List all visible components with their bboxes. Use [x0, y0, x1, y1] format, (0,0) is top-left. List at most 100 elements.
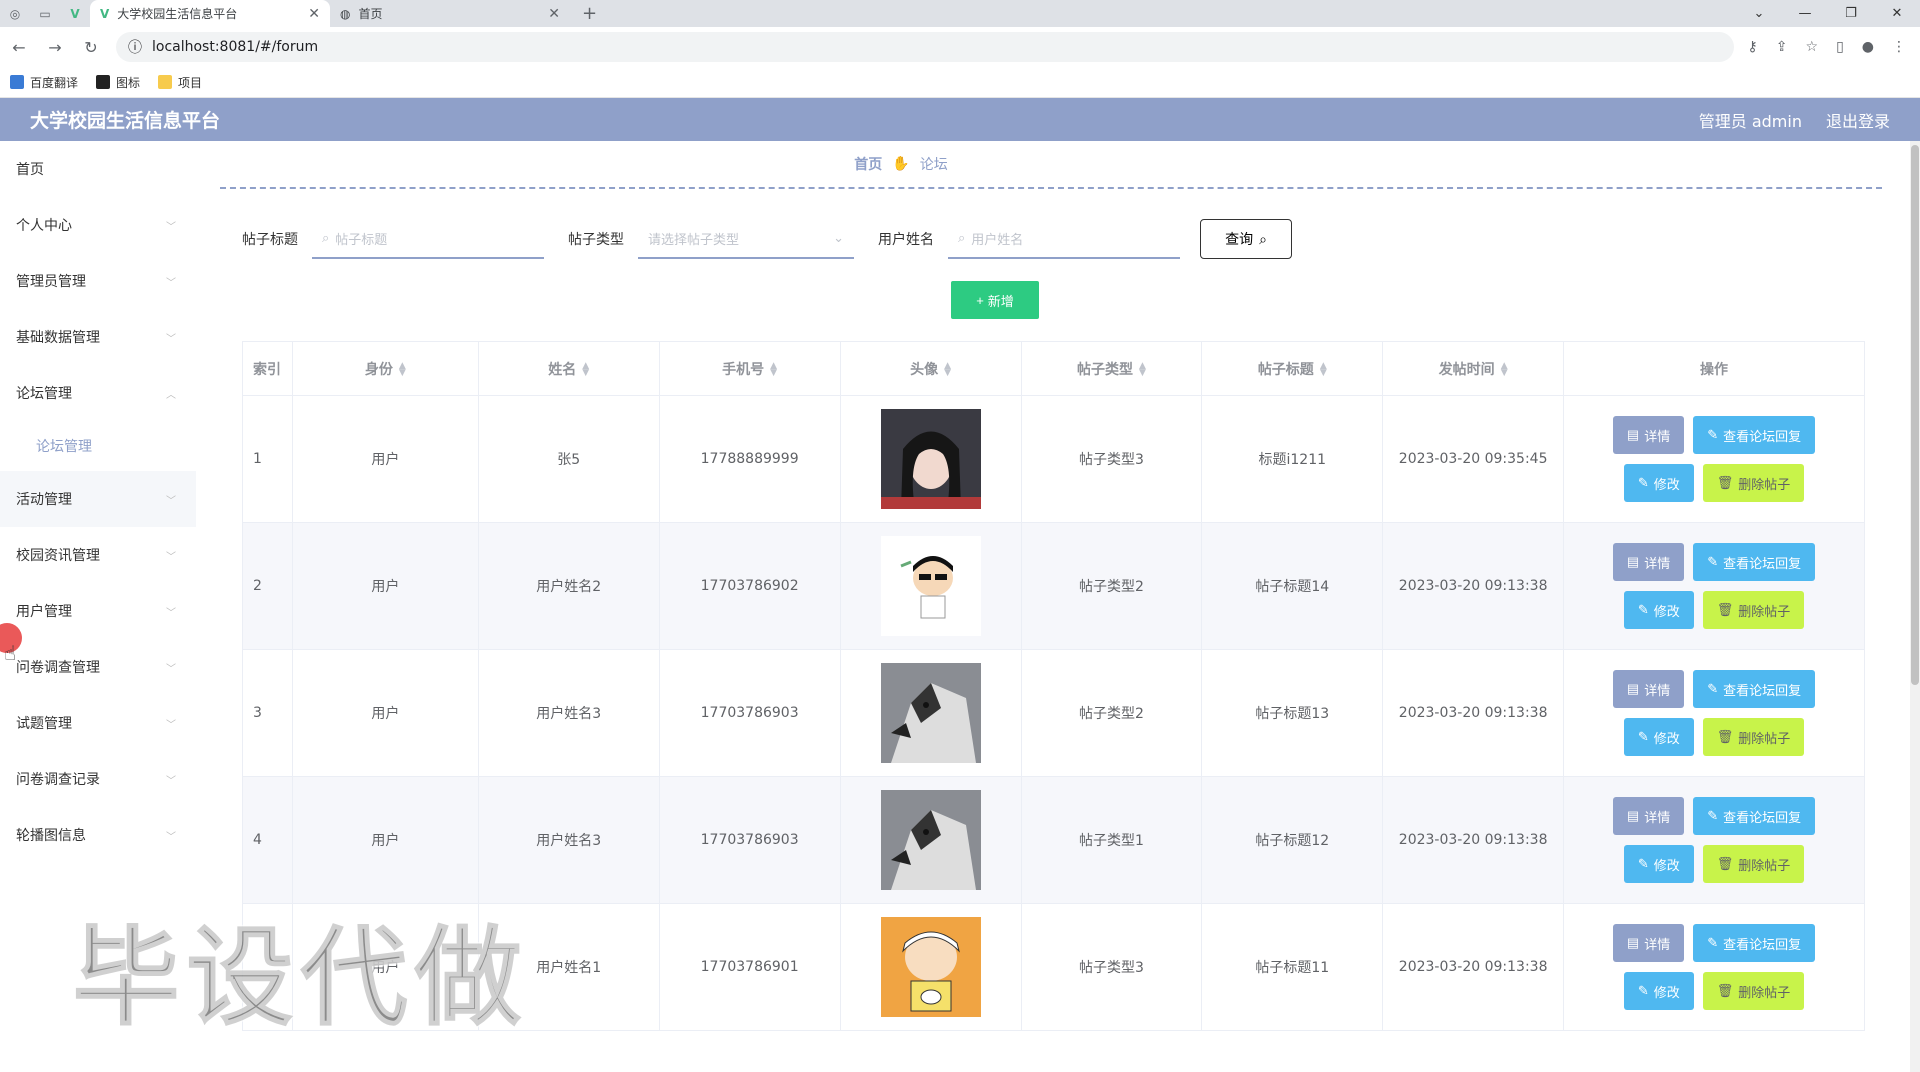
page-scrollbar[interactable]	[1910, 141, 1920, 1072]
cell-time: 2023-03-20 09:13:38	[1382, 522, 1565, 650]
bookmark-translate[interactable]: 百度翻译	[10, 74, 78, 91]
sort-icon[interactable]: ▲ ▼	[944, 361, 951, 377]
close-window-icon[interactable]: ✕	[1874, 0, 1920, 27]
restore-icon[interactable]: ❐	[1828, 0, 1874, 27]
edit-button[interactable]: ✎ 修改	[1623, 845, 1694, 883]
new-tab-icon[interactable]: +	[570, 0, 609, 27]
minimize-icon[interactable]: —	[1782, 0, 1828, 27]
sidebar-item-basedata[interactable]: 基础数据管理 ﹀	[0, 309, 196, 365]
avatar[interactable]	[880, 917, 981, 1017]
delete-button[interactable]: 🗑 删除帖子	[1702, 972, 1805, 1010]
type-select[interactable]: 请选择帖子类型 ⌄	[638, 219, 854, 259]
sort-icon[interactable]: ▲ ▼	[770, 361, 777, 377]
view-replies-button[interactable]: ✎ 查看论坛回复	[1693, 670, 1816, 708]
sidebar-item-personal[interactable]: 个人中心 ﹀	[0, 197, 196, 253]
sort-icon[interactable]: ▲ ▼	[582, 361, 589, 377]
view-replies-button[interactable]: ✎ 查看论坛回复	[1693, 797, 1816, 835]
view-replies-button[interactable]: ✎ 查看论坛回复	[1693, 543, 1816, 581]
user-search-input[interactable]: ⌕ 用户姓名	[948, 219, 1180, 259]
edit-button[interactable]: ✎ 修改	[1623, 464, 1694, 502]
forum-table: 索引 身份 ▲ ▼ 姓名 ▲ ▼ 手机号 ▲ ▼ 头像 ▲ ▼ 帖子类型 ▲ ▼ 帖子标题 ▲ ▼ 发帖…	[242, 341, 1865, 1031]
view-replies-button[interactable]: ✎ 查看论坛回复	[1693, 416, 1816, 454]
detail-button[interactable]: ▤ 详情	[1612, 670, 1685, 708]
col-index: 索引	[242, 341, 293, 396]
col-time[interactable]: 发帖时间 ▲ ▼	[1382, 341, 1565, 396]
cell-avatar	[840, 522, 1022, 650]
cell-role: 用户	[292, 395, 479, 523]
bookmark-icons[interactable]: 图标	[96, 74, 140, 91]
cell-index: 2	[242, 522, 293, 650]
delete-button[interactable]: 🗑 删除帖子	[1702, 718, 1805, 756]
sort-icon[interactable]: ▲ ▼	[1320, 361, 1327, 377]
col-title[interactable]: 帖子标题 ▲ ▼	[1201, 341, 1384, 396]
search-icon: ⌕	[322, 230, 330, 246]
document-icon: ▤	[1626, 681, 1640, 696]
back-icon[interactable]: ←	[8, 38, 30, 57]
sort-icon[interactable]: ▲ ▼	[1139, 361, 1146, 377]
trash-icon: 🗑	[1716, 856, 1734, 871]
sidepanel-icon[interactable]: ▯	[1836, 39, 1844, 55]
avatar[interactable]	[880, 536, 981, 636]
sort-icon[interactable]: ▲ ▼	[1501, 361, 1508, 377]
star-icon[interactable]: ☆	[1806, 39, 1819, 55]
profile-icon[interactable]: ●	[1862, 39, 1874, 55]
reload-icon[interactable]: ↻	[80, 38, 102, 57]
tab-home[interactable]: ◍ 首页 ✕	[330, 0, 570, 27]
sidebar-item-questions[interactable]: 试题管理 ﹀	[0, 695, 196, 751]
delete-button[interactable]: 🗑 删除帖子	[1702, 591, 1805, 629]
close-icon[interactable]: ✕	[308, 6, 320, 22]
sidebar-item-home[interactable]: 首页	[0, 141, 196, 197]
detail-button[interactable]: ▤ 详情	[1612, 924, 1685, 962]
edit-button[interactable]: ✎ 修改	[1623, 591, 1694, 629]
col-phone[interactable]: 手机号 ▲ ▼	[659, 341, 841, 396]
delete-button[interactable]: 🗑 删除帖子	[1702, 464, 1805, 502]
cell-type: 帖子类型3	[1021, 395, 1203, 523]
avatar[interactable]	[880, 790, 981, 890]
title-search-input[interactable]: ⌕ 帖子标题	[312, 219, 544, 259]
chevron-down-icon[interactable]: ⌄	[1736, 0, 1782, 27]
sidebar-item-survey[interactable]: 问卷调查管理 ﹀	[0, 639, 196, 695]
detail-button[interactable]: ▤ 详情	[1612, 416, 1685, 454]
sidebar-item-survey-records[interactable]: 问卷调查记录 ﹀	[0, 751, 196, 807]
detail-button[interactable]: ▤ 详情	[1612, 543, 1685, 581]
tab-platform[interactable]: V 大学校园生活信息平台 ✕	[90, 0, 330, 27]
edit-button[interactable]: ✎ 修改	[1623, 718, 1694, 756]
avatar[interactable]	[880, 409, 981, 509]
share-icon[interactable]: ⇪	[1776, 39, 1788, 55]
query-button[interactable]: 查询 ⌕	[1200, 219, 1292, 259]
detail-button[interactable]: ▤ 详情	[1612, 797, 1685, 835]
cell-type: 帖子类型3	[1021, 903, 1203, 1031]
delete-button[interactable]: 🗑 删除帖子	[1702, 845, 1805, 883]
sidebar-item-users[interactable]: 用户管理 ﹀	[0, 583, 196, 639]
bookmark-project[interactable]: 项目	[158, 74, 202, 91]
url-input[interactable]: ⓘ localhost:8081/#/forum	[116, 32, 1734, 62]
forward-icon[interactable]: →	[44, 38, 66, 57]
breadcrumb-home[interactable]: 首页	[854, 154, 882, 174]
logout-link[interactable]: 退出登录	[1826, 108, 1890, 132]
tab-placeholder-icon[interactable]: ▭	[30, 0, 60, 27]
sort-icon[interactable]: ▲ ▼	[399, 361, 406, 377]
col-name[interactable]: 姓名 ▲ ▼	[478, 341, 660, 396]
sidebar-item-forum[interactable]: 论坛管理	[0, 421, 196, 471]
sidebar-item-news[interactable]: 校园资讯管理 ﹀	[0, 527, 196, 583]
close-icon[interactable]: ✕	[548, 6, 560, 22]
key-icon[interactable]: ⚷	[1748, 39, 1758, 55]
sidebar-item-carousel[interactable]: 轮播图信息 ﹀	[0, 807, 196, 863]
more-icon[interactable]: ⋮	[1892, 39, 1906, 55]
sidebar-item-forum-group[interactable]: 论坛管理 ︿	[0, 365, 196, 421]
cell-time: 2023-03-20 09:35:45	[1382, 395, 1565, 523]
sidebar-item-activity[interactable]: 活动管理 ﹀	[0, 471, 196, 527]
col-avatar[interactable]: 头像 ▲ ▼	[840, 341, 1022, 396]
edit-button[interactable]: ✎ 修改	[1623, 972, 1694, 1010]
scrollbar-thumb[interactable]	[1911, 145, 1919, 685]
chevron-down-icon: ﹀	[166, 551, 176, 563]
col-role[interactable]: 身份 ▲ ▼	[292, 341, 479, 396]
vue-logo-icon[interactable]: V	[60, 0, 90, 27]
col-type[interactable]: 帖子类型 ▲ ▼	[1021, 341, 1203, 396]
tab-search-icon[interactable]: ◎	[0, 0, 30, 27]
sidebar-item-admins[interactable]: 管理员管理 ﹀	[0, 253, 196, 309]
avatar[interactable]	[880, 663, 981, 763]
cell-title: 帖子标题14	[1201, 522, 1384, 650]
add-button[interactable]: + 新增	[951, 281, 1039, 319]
view-replies-button[interactable]: ✎ 查看论坛回复	[1693, 924, 1816, 962]
